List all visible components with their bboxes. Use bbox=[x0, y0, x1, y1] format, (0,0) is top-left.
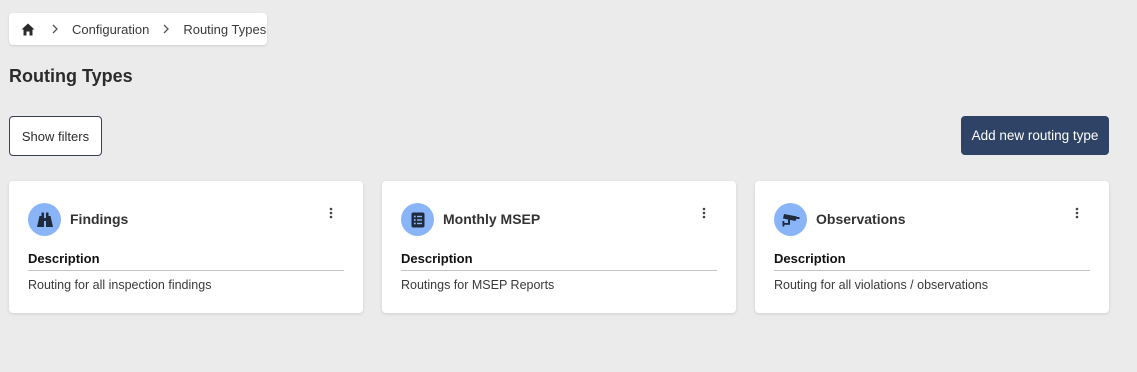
more-vertical-icon[interactable] bbox=[1072, 205, 1082, 221]
description-label: Description bbox=[774, 251, 846, 266]
divider bbox=[28, 270, 344, 271]
card-title: Findings bbox=[70, 211, 129, 227]
description-label: Description bbox=[28, 251, 100, 266]
breadcrumb-item-configuration[interactable]: Configuration bbox=[72, 22, 149, 37]
chevron-right-icon bbox=[48, 22, 62, 36]
home-icon[interactable] bbox=[20, 21, 36, 37]
more-vertical-icon[interactable] bbox=[326, 205, 336, 221]
card-title: Observations bbox=[816, 211, 906, 227]
description-text: Routing for all violations / observation… bbox=[774, 278, 989, 292]
more-vertical-icon[interactable] bbox=[699, 205, 709, 221]
routing-type-card-observations[interactable]: Observations Description Routing for all… bbox=[755, 181, 1109, 313]
breadcrumb: Configuration Routing Types bbox=[9, 13, 267, 45]
description-text: Routing for all inspection findings bbox=[28, 278, 212, 292]
description-text: Routings for MSEP Reports bbox=[401, 278, 555, 292]
breadcrumb-item-current: Routing Types bbox=[183, 21, 267, 37]
binoculars-icon bbox=[28, 203, 61, 236]
routing-type-card-findings[interactable]: Findings Description Routing for all ins… bbox=[9, 181, 363, 313]
card-title: Monthly MSEP bbox=[443, 211, 541, 227]
chevron-right-icon bbox=[159, 22, 173, 36]
list-icon bbox=[401, 203, 434, 236]
security-camera-icon bbox=[774, 203, 807, 236]
divider bbox=[401, 270, 717, 271]
description-label: Description bbox=[401, 251, 473, 266]
divider bbox=[774, 270, 1090, 271]
routing-type-card-monthly-msep[interactable]: Monthly MSEP Description Routings for MS… bbox=[382, 181, 736, 313]
add-routing-type-button[interactable]: Add new routing type bbox=[961, 116, 1109, 155]
page-title: Routing Types bbox=[9, 66, 133, 86]
show-filters-button[interactable]: Show filters bbox=[9, 116, 102, 156]
